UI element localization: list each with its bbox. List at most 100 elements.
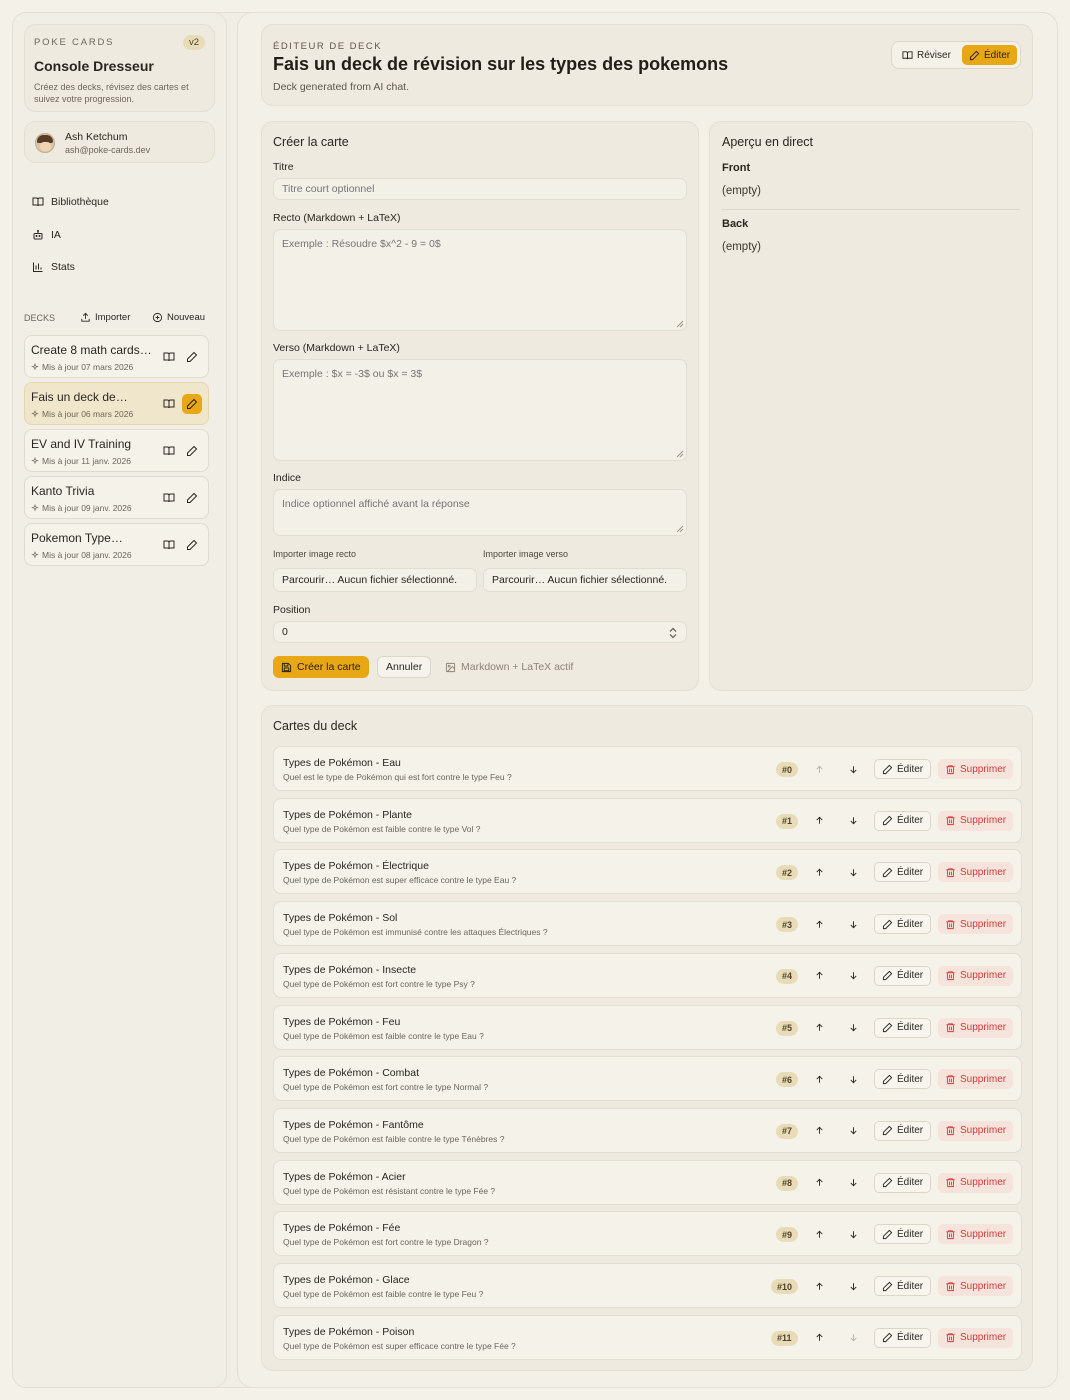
review-deck-button[interactable]: [159, 535, 179, 555]
move-up-button[interactable]: [811, 1175, 827, 1191]
back-textarea[interactable]: [273, 359, 687, 461]
resize-grip-icon[interactable]: [676, 320, 684, 328]
card-row[interactable]: Types de Pokémon - Poison Quel type de P…: [273, 1314, 1022, 1360]
review-deck-button[interactable]: [159, 394, 179, 414]
import-button[interactable]: Importer: [80, 312, 130, 323]
card-row[interactable]: Types de Pokémon - Combat Quel type de P…: [273, 1056, 1022, 1102]
edit-card-button[interactable]: Éditer: [874, 1276, 932, 1296]
move-up-button[interactable]: [811, 761, 827, 777]
cancel-button[interactable]: Annuler: [377, 656, 432, 678]
card-row[interactable]: Types de Pokémon - Glace Quel type de Po…: [273, 1263, 1022, 1308]
nav-item-stats[interactable]: Stats: [32, 261, 75, 273]
user-card[interactable]: Ash Ketchum ash@poke-cards.dev: [24, 121, 215, 163]
resize-grip-icon[interactable]: [676, 525, 684, 533]
edit-card-button[interactable]: Éditer: [874, 1172, 932, 1193]
delete-card-button[interactable]: Supprimer: [938, 1224, 1014, 1245]
move-up-button[interactable]: [811, 1071, 827, 1087]
deck-item[interactable]: EV and IV Training Mis à jour 11 janv. 2…: [24, 429, 209, 472]
edit-deck-button[interactable]: [182, 441, 202, 461]
edit-card-button[interactable]: Éditer: [874, 1017, 932, 1038]
edit-card-button[interactable]: Éditer: [874, 1224, 932, 1245]
book-icon: [902, 50, 913, 59]
position-stepper[interactable]: 0: [273, 621, 687, 643]
card-row[interactable]: Types de Pokémon - Eau Quel est le type …: [273, 746, 1022, 791]
edit-deck-button[interactable]: [182, 535, 202, 555]
move-down-button[interactable]: [845, 864, 861, 880]
review-deck-button[interactable]: [159, 347, 179, 367]
delete-card-button[interactable]: Supprimer: [938, 914, 1014, 935]
create-card-button[interactable]: Créer la carte: [273, 656, 369, 678]
deck-item[interactable]: Fais un deck de… Mis à jour 06 mars 2026: [24, 382, 209, 425]
deck-header: ÉDITEUR DE DECK Fais un deck de révision…: [261, 24, 1033, 106]
move-up-button[interactable]: [811, 1330, 827, 1346]
move-down-button[interactable]: [845, 916, 861, 932]
new-deck-button[interactable]: Nouveau: [152, 312, 205, 323]
nav-item-ia[interactable]: IA: [32, 229, 61, 241]
import-back-label: Importer image verso: [483, 549, 569, 559]
move-down-button[interactable]: [845, 1278, 861, 1294]
edit-deck-button[interactable]: [182, 488, 202, 508]
move-up-button[interactable]: [811, 864, 827, 880]
delete-card-button[interactable]: Supprimer: [938, 1276, 1014, 1296]
edit-card-button[interactable]: Éditer: [874, 1069, 932, 1090]
front-textarea[interactable]: [273, 229, 687, 331]
delete-card-button[interactable]: Supprimer: [938, 1069, 1014, 1090]
card-row[interactable]: Types de Pokémon - Fantôme Quel type de …: [273, 1107, 1022, 1153]
move-down-button[interactable]: [845, 813, 861, 829]
move-down-button[interactable]: [845, 761, 861, 777]
chevron-updown-icon[interactable]: [668, 627, 678, 639]
delete-card-button[interactable]: Supprimer: [938, 1017, 1014, 1038]
resize-grip-icon[interactable]: [676, 450, 684, 458]
delete-card-button[interactable]: Supprimer: [938, 759, 1014, 779]
nav-item-bibliotheque[interactable]: Bibliothèque: [32, 196, 109, 208]
move-down-button[interactable]: [845, 1123, 861, 1139]
delete-card-button[interactable]: Supprimer: [938, 862, 1014, 883]
title-input[interactable]: [273, 178, 687, 200]
move-down-button[interactable]: [845, 1020, 861, 1036]
card-row[interactable]: Types de Pokémon - Feu Quel type de Poké…: [273, 1004, 1022, 1050]
delete-card-button[interactable]: Supprimer: [938, 1327, 1014, 1348]
card-row[interactable]: Types de Pokémon - Électrique Quel type …: [273, 849, 1022, 895]
review-button[interactable]: Réviser: [895, 45, 958, 65]
edit-card-button[interactable]: Éditer: [874, 862, 932, 883]
edit-card-button[interactable]: Éditer: [874, 759, 932, 779]
deck-item[interactable]: Pokemon Type… Mis à jour 08 janv. 2026: [24, 523, 209, 566]
edit-card-button[interactable]: Éditer: [874, 914, 932, 935]
edit-deck-button[interactable]: [182, 347, 202, 367]
move-up-button[interactable]: [811, 1226, 827, 1242]
move-up-button[interactable]: [811, 968, 827, 984]
deck-item[interactable]: Create 8 math cards… Mis à jour 07 mars …: [24, 335, 209, 378]
move-up-button[interactable]: [811, 1020, 827, 1036]
card-row[interactable]: Types de Pokémon - Fée Quel type de Poké…: [273, 1211, 1022, 1257]
move-up-button[interactable]: [811, 813, 827, 829]
review-deck-button[interactable]: [159, 441, 179, 461]
move-down-button[interactable]: [845, 968, 861, 984]
front-image-file-input[interactable]: Parcourir… Aucun fichier sélectionné.: [273, 568, 477, 592]
move-down-button[interactable]: [845, 1226, 861, 1242]
delete-card-label: Supprimer: [960, 763, 1007, 775]
move-down-button[interactable]: [845, 1330, 861, 1346]
delete-card-button[interactable]: Supprimer: [938, 1120, 1014, 1141]
edit-card-button[interactable]: Éditer: [874, 1120, 932, 1141]
back-image-file-input[interactable]: Parcourir… Aucun fichier sélectionné.: [483, 568, 687, 592]
edit-card-button[interactable]: Éditer: [874, 1327, 932, 1348]
delete-card-button[interactable]: Supprimer: [938, 965, 1014, 986]
move-up-button[interactable]: [811, 1278, 827, 1294]
delete-card-button[interactable]: Supprimer: [938, 810, 1014, 831]
card-row[interactable]: Types de Pokémon - Insecte Quel type de …: [273, 952, 1022, 998]
move-up-button[interactable]: [811, 1123, 827, 1139]
card-row[interactable]: Types de Pokémon - Plante Quel type de P…: [273, 797, 1022, 843]
card-row[interactable]: Types de Pokémon - Acier Quel type de Po…: [273, 1159, 1022, 1205]
deck-item[interactable]: Kanto Trivia Mis à jour 09 janv. 2026: [24, 476, 209, 519]
edit-card-button[interactable]: Éditer: [874, 965, 932, 986]
edit-card-button[interactable]: Éditer: [874, 810, 932, 831]
edit-deck-button[interactable]: [182, 394, 202, 414]
review-deck-button[interactable]: [159, 488, 179, 508]
edit-mode-button[interactable]: Éditer: [962, 45, 1018, 65]
delete-card-button[interactable]: Supprimer: [938, 1172, 1014, 1193]
hint-textarea[interactable]: [273, 489, 687, 536]
move-up-button[interactable]: [811, 916, 827, 932]
move-down-button[interactable]: [845, 1175, 861, 1191]
card-row[interactable]: Types de Pokémon - Sol Quel type de Poké…: [273, 901, 1022, 947]
move-down-button[interactable]: [845, 1071, 861, 1087]
